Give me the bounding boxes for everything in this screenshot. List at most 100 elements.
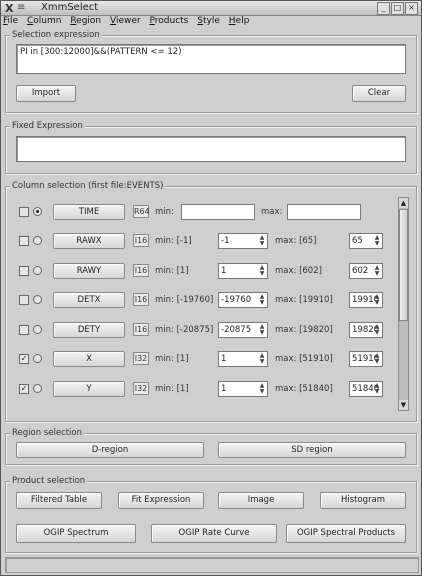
column-min-input[interactable]: -20875 ▲ ▼	[218, 322, 268, 338]
spin-arrows-icon[interactable]: ▲ ▼	[258, 265, 266, 277]
column-radio[interactable]	[33, 325, 42, 334]
histogram-button[interactable]: Histogram	[320, 492, 406, 509]
region-selection-group: Region selection D-region SD region	[5, 428, 417, 465]
x-logo-icon[interactable]: X	[5, 2, 13, 15]
column-max-input[interactable]: 19820 ▲ ▼	[349, 322, 383, 338]
column-name-button[interactable]: DETX	[53, 292, 125, 308]
spin-arrows-icon[interactable]: ▲ ▼	[373, 265, 381, 277]
filtered-table-button[interactable]: Filtered Table	[16, 492, 102, 509]
selection-expression-input[interactable]: PI in [300:12000]&&(PATTERN <= 12)	[16, 44, 406, 74]
column-min-label: min: [1]	[155, 354, 189, 364]
selection-expression-legend: Selection expression	[10, 30, 102, 40]
column-max-label: max: [19910]	[275, 295, 333, 305]
menu-region[interactable]: Region	[70, 16, 101, 26]
column-min-input[interactable]: -1 ▲ ▼	[218, 233, 268, 249]
column-max-input[interactable]: 51910 ▲ ▼	[349, 351, 383, 367]
column-min-input[interactable]: -19760 ▲ ▼	[218, 292, 268, 308]
menu-column[interactable]: Column	[27, 16, 61, 26]
column-max-input[interactable]	[287, 204, 361, 220]
column-max-label: max: [602]	[275, 266, 322, 276]
column-radio[interactable]	[33, 295, 42, 304]
column-max-input[interactable]: 51840 ▲ ▼	[349, 381, 383, 397]
maximize-icon[interactable]: □	[391, 2, 404, 15]
column-checkbox[interactable]	[19, 236, 29, 246]
column-name-button[interactable]: Y	[53, 381, 125, 397]
window-title: XmmSelect	[41, 2, 99, 13]
column-min-input[interactable]: 1 ▲ ▼	[218, 263, 268, 279]
region-selection-legend: Region selection	[10, 428, 85, 438]
spin-arrows-icon[interactable]: ▲ ▼	[258, 324, 266, 336]
column-max-label: max: [51840]	[275, 384, 333, 394]
spin-arrows-icon[interactable]: ▲ ▼	[258, 235, 266, 247]
menu-help[interactable]: Help	[229, 16, 250, 26]
column-checkbox[interactable]: ✓	[19, 384, 29, 394]
column-row: DETX I16 min: [-19760] -19760 ▲ ▼ max: [19910]…	[15, 291, 395, 309]
column-radio[interactable]	[33, 384, 42, 393]
spin-arrows-icon[interactable]: ▲ ▼	[258, 383, 266, 395]
column-name-button[interactable]: RAWX	[53, 233, 125, 249]
d-region-button[interactable]: D-region	[16, 442, 204, 458]
column-checkbox[interactable]: ✓	[19, 354, 29, 364]
column-row: TIME R64 min: max:	[15, 203, 395, 221]
column-checkbox[interactable]	[19, 325, 29, 335]
fit-expression-button[interactable]: Fit Expression	[118, 492, 204, 509]
spin-arrows-icon[interactable]: ▲ ▼	[373, 353, 381, 365]
column-radio[interactable]	[33, 266, 42, 275]
scroll-down-icon[interactable]: ▼	[399, 400, 408, 410]
column-row: RAWY I16 min: [1] 1 ▲ ▼ max: [602] 602 ▲ ▼	[15, 262, 395, 280]
column-row: RAWX I16 min: [-1] -1 ▲ ▼ max: [65] 65 ▲ ▼	[15, 232, 395, 250]
window-menu-icon[interactable]: ≡	[17, 2, 25, 13]
sd-region-button[interactable]: SD region	[218, 442, 406, 458]
spin-arrows-icon[interactable]: ▲ ▼	[258, 294, 266, 306]
menu-viewer[interactable]: Viewer	[110, 16, 141, 26]
product-selection-group: Product selection Filtered Table Fit Exp…	[5, 476, 417, 553]
column-scrollbar[interactable]: ▲ ▼	[398, 197, 409, 411]
spin-arrows-icon[interactable]: ▲ ▼	[373, 324, 381, 336]
column-type: I16	[133, 293, 149, 306]
column-name-button[interactable]: RAWY	[53, 263, 125, 279]
scroll-thumb[interactable]	[399, 209, 408, 321]
column-max-input[interactable]: 602 ▲ ▼	[349, 263, 383, 279]
spin-arrows-icon[interactable]: ▲ ▼	[258, 353, 266, 365]
column-checkbox[interactable]	[19, 266, 29, 276]
column-radio[interactable]	[33, 354, 42, 363]
column-name-button[interactable]: X	[53, 351, 125, 367]
menu-file[interactable]: File	[3, 16, 18, 26]
column-min-value: 1	[221, 354, 227, 364]
ogip-rate-curve-button[interactable]: OGIP Rate Curve	[151, 524, 277, 543]
column-max-label: max: [19820]	[275, 325, 333, 335]
column-type: I32	[133, 382, 149, 395]
import-button[interactable]: Import	[16, 85, 76, 102]
spin-arrows-icon[interactable]: ▲ ▼	[373, 294, 381, 306]
column-checkbox[interactable]	[19, 207, 29, 217]
fixed-expression-input[interactable]	[16, 136, 406, 162]
column-max-input[interactable]: 19910 ▲ ▼	[349, 292, 383, 308]
spin-arrows-icon[interactable]: ▲ ▼	[373, 383, 381, 395]
column-max-label: max: [65]	[275, 236, 317, 246]
column-type: I16	[133, 264, 149, 277]
column-checkbox[interactable]	[19, 295, 29, 305]
close-icon[interactable]: ×	[405, 2, 418, 15]
column-min-value: -1	[221, 236, 230, 246]
minimize-icon[interactable]: _	[377, 2, 390, 15]
column-radio[interactable]	[33, 236, 42, 245]
scroll-up-icon[interactable]: ▲	[399, 198, 408, 208]
column-min-input[interactable]: 1 ▲ ▼	[218, 381, 268, 397]
ogip-spectral-products-button[interactable]: OGIP Spectral Products	[286, 524, 406, 543]
column-max-input[interactable]: 65 ▲ ▼	[349, 233, 383, 249]
column-min-value: -20875	[221, 325, 252, 335]
column-radio[interactable]	[33, 207, 42, 216]
column-name-button[interactable]: DETY	[53, 322, 125, 338]
column-min-input[interactable]: 1 ▲ ▼	[218, 351, 268, 367]
ogip-spectrum-button[interactable]: OGIP Spectrum	[16, 524, 136, 543]
column-max-label: max:	[261, 207, 283, 217]
spin-arrows-icon[interactable]: ▲ ▼	[373, 235, 381, 247]
column-min-input[interactable]	[181, 204, 255, 220]
clear-button[interactable]: Clear	[352, 85, 406, 102]
column-name-button[interactable]: TIME	[53, 204, 125, 220]
title-bar: X ≡ XmmSelect _ □ ×	[1, 1, 421, 16]
menu-products[interactable]: Products	[150, 16, 189, 26]
menu-style[interactable]: Style	[197, 16, 220, 26]
image-button[interactable]: Image	[218, 492, 304, 509]
menu-bar: File Column Region Viewer Products Style…	[3, 16, 419, 28]
